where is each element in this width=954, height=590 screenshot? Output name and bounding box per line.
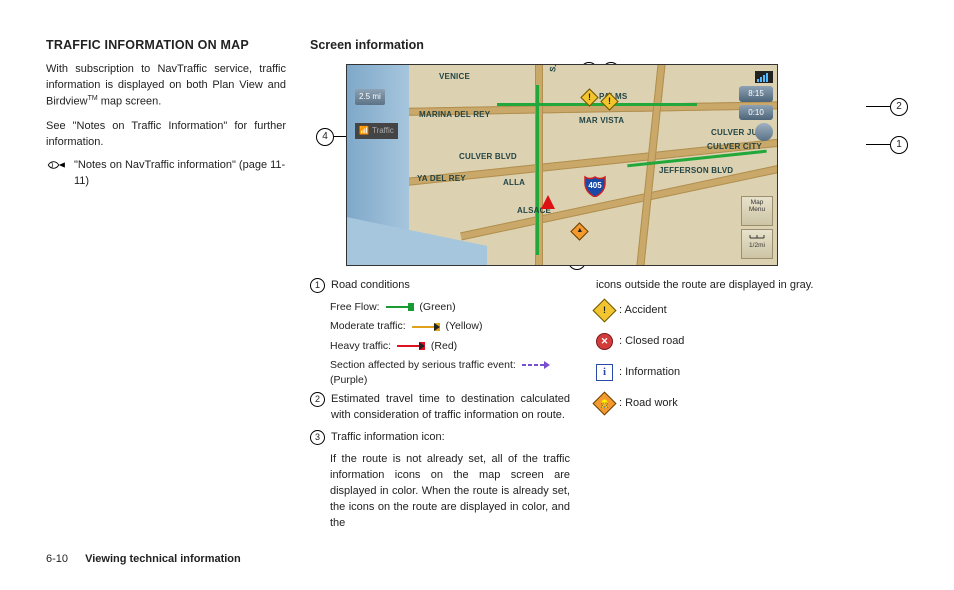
- map-eta-time: 0:10: [739, 105, 773, 121]
- left-column: TRAFFIC INFORMATION ON MAP With subscrip…: [46, 36, 286, 536]
- legend-item-3-body: If the route is not already set, all of …: [330, 452, 570, 532]
- vehicle-cursor-icon: [541, 195, 555, 209]
- map-scale-badge: 2.5 mi: [355, 89, 385, 105]
- svg-text:405: 405: [588, 181, 602, 190]
- map-menu-button[interactable]: Map Menu: [741, 196, 773, 226]
- map-eta-distance: 8:15: [739, 86, 773, 102]
- scale-bar-icon: [749, 232, 765, 240]
- legend-moderate: Moderate traffic: (Yellow): [330, 319, 570, 334]
- page-footer: 6-10 Viewing technical information: [46, 552, 241, 568]
- map-label-alla: ALLA: [503, 177, 525, 189]
- map-label-culverblvd: CULVER BLVD: [459, 151, 517, 163]
- map-label-marina: MARINA DEL REY: [419, 109, 490, 121]
- heading-traffic-info: TRAFFIC INFORMATION ON MAP: [46, 36, 286, 54]
- map-label-marvista: MAR VISTA: [579, 115, 624, 127]
- map-roadwork-icon: ▲: [570, 222, 588, 240]
- legend-item-3: 3 Traffic information icon:: [310, 430, 570, 446]
- closed-road-icon: ✕: [596, 333, 613, 350]
- manual-page: TRAFFIC INFORMATION ON MAP With subscrip…: [0, 0, 954, 590]
- legend-information: i : Information: [596, 364, 908, 381]
- legend-road-work: 👷 : Road work: [596, 395, 908, 412]
- paragraph-see-notes: See "Notes on Traffic Information" for f…: [46, 119, 286, 151]
- map-label-venice: VENICE: [439, 71, 470, 83]
- cross-reference-text: "Notes on NavTraffic information" (page …: [74, 158, 286, 190]
- compass-icon: [755, 123, 773, 141]
- map-label-culvercity: CULVER CITY: [707, 141, 762, 153]
- legend-item-2: 2 Estimated travel time to destination c…: [310, 392, 570, 424]
- signal-icon: [755, 71, 773, 83]
- information-icon: i: [596, 364, 613, 381]
- antenna-icon: 📶: [359, 125, 369, 137]
- highway-shield-icon: 405: [583, 173, 607, 197]
- map-top-right-stack: 8:15 0:10: [739, 71, 773, 141]
- legend-serious: Section affected by serious traffic even…: [330, 358, 570, 388]
- callout-4: 4: [316, 128, 334, 146]
- accident-icon: !: [592, 299, 616, 323]
- map-label-yadelrey: YA DEL REY: [417, 173, 466, 185]
- map-scale-button[interactable]: 1/2mi: [741, 229, 773, 259]
- map-bottom-right-stack: Map Menu 1/2mi: [741, 196, 773, 259]
- legend-area: 1 Road conditions Free Flow: (Green) Mod…: [310, 278, 908, 536]
- legend-continuation: icons outside the route are displayed in…: [596, 278, 908, 294]
- map-label-sspring: S. SPRING: [547, 64, 566, 73]
- trademark-symbol: TM: [88, 95, 98, 102]
- legend-accident: ! : Accident: [596, 302, 908, 319]
- legend-heavy: Heavy traffic: (Red): [330, 339, 570, 354]
- cross-reference: "Notes on NavTraffic information" (page …: [46, 158, 286, 190]
- section-title: Viewing technical information: [85, 553, 241, 565]
- road-work-icon: 👷: [592, 392, 616, 416]
- nav-map-screen: VENICE MARINA DEL REY YA DEL REY PALMS M…: [346, 64, 778, 266]
- heading-screen-info: Screen information: [310, 36, 908, 54]
- legend-closed-road: ✕ : Closed road: [596, 333, 908, 350]
- right-column: Screen information 3 3 2 1 4 3: [310, 36, 908, 536]
- callout-1: 1: [890, 136, 908, 154]
- paragraph-intro: With subscription to NavTraffic service,…: [46, 62, 286, 110]
- map-label-jefferson: JEFFERSON BLVD: [659, 165, 733, 177]
- legend-free-flow: Free Flow: (Green): [330, 300, 570, 315]
- map-figure: 3 3 2 1 4 3: [310, 64, 908, 266]
- map-traffic-badge: 📶 Traffic: [355, 123, 398, 139]
- legend-item-1: 1 Road conditions: [310, 278, 570, 294]
- pointer-icon: [46, 158, 68, 172]
- callout-2: 2: [890, 98, 908, 116]
- page-number: 6-10: [46, 553, 68, 565]
